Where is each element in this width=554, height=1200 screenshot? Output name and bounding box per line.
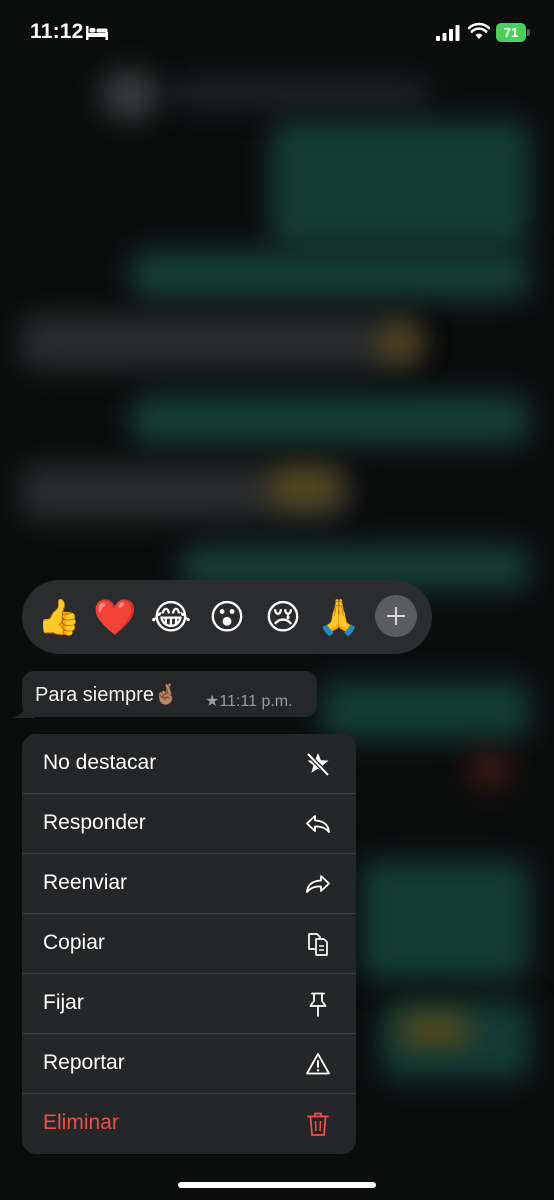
menu-item-copy[interactable]: Copiar: [22, 914, 356, 974]
menu-item-label: Reportar: [43, 1051, 125, 1074]
status-time: 11:12: [30, 20, 84, 43]
menu-item-forward[interactable]: Reenviar: [22, 854, 356, 914]
menu-item-label: Responder: [43, 811, 146, 834]
menu-item-pin[interactable]: Fijar: [22, 974, 356, 1034]
menu-item-report[interactable]: Reportar: [22, 1034, 356, 1094]
reaction-thumbs-up[interactable]: 👍: [37, 596, 81, 640]
signal-icon: [436, 25, 460, 41]
menu-item-label: Fijar: [43, 991, 84, 1014]
reaction-folded-hands[interactable]: 🙏: [317, 596, 361, 640]
menu-item-unstar[interactable]: No destacar: [22, 734, 356, 794]
more-reactions-button[interactable]: [375, 595, 417, 637]
home-indicator: [178, 1182, 376, 1188]
forward-icon: [306, 875, 330, 893]
bed-icon: [86, 26, 108, 40]
unstar-icon: [306, 752, 330, 777]
reaction-bar: 👍 ❤️ 😂 😮 😢 🙏: [22, 580, 432, 654]
reply-icon: [306, 815, 330, 833]
message-context-menu: No destacar Responder Reenviar Copiar Fi…: [22, 734, 356, 1154]
menu-item-label: Eliminar: [43, 1111, 119, 1134]
reaction-heart[interactable]: ❤️: [93, 596, 137, 640]
menu-item-label: Copiar: [43, 931, 105, 954]
battery-icon: 71: [496, 23, 526, 42]
plus-icon: [387, 607, 405, 625]
menu-item-reply[interactable]: Responder: [22, 794, 356, 854]
message-bubble[interactable]: Para siempre🤞🏽 ★11:11 p.m.: [22, 671, 317, 717]
warning-icon: [306, 1053, 330, 1075]
status-bar: 11:12 71: [0, 0, 554, 66]
wifi-icon: [468, 22, 490, 39]
message-timestamp: ★11:11 p.m.: [205, 693, 293, 710]
trash-icon: [307, 1112, 329, 1136]
copy-icon: [308, 933, 328, 956]
menu-item-label: No destacar: [43, 751, 157, 774]
menu-item-label: Reenviar: [43, 871, 128, 894]
battery-level: 71: [503, 25, 519, 40]
reaction-open-mouth[interactable]: 😮: [205, 596, 249, 640]
pin-icon: [309, 992, 327, 1017]
message-text: Para siempre🤞🏽: [35, 684, 179, 706]
reaction-tears-of-joy[interactable]: 😂: [149, 596, 193, 640]
reaction-crying-face[interactable]: 😢: [261, 596, 305, 640]
menu-item-delete[interactable]: Eliminar: [22, 1094, 356, 1154]
battery-tip: [527, 29, 530, 36]
